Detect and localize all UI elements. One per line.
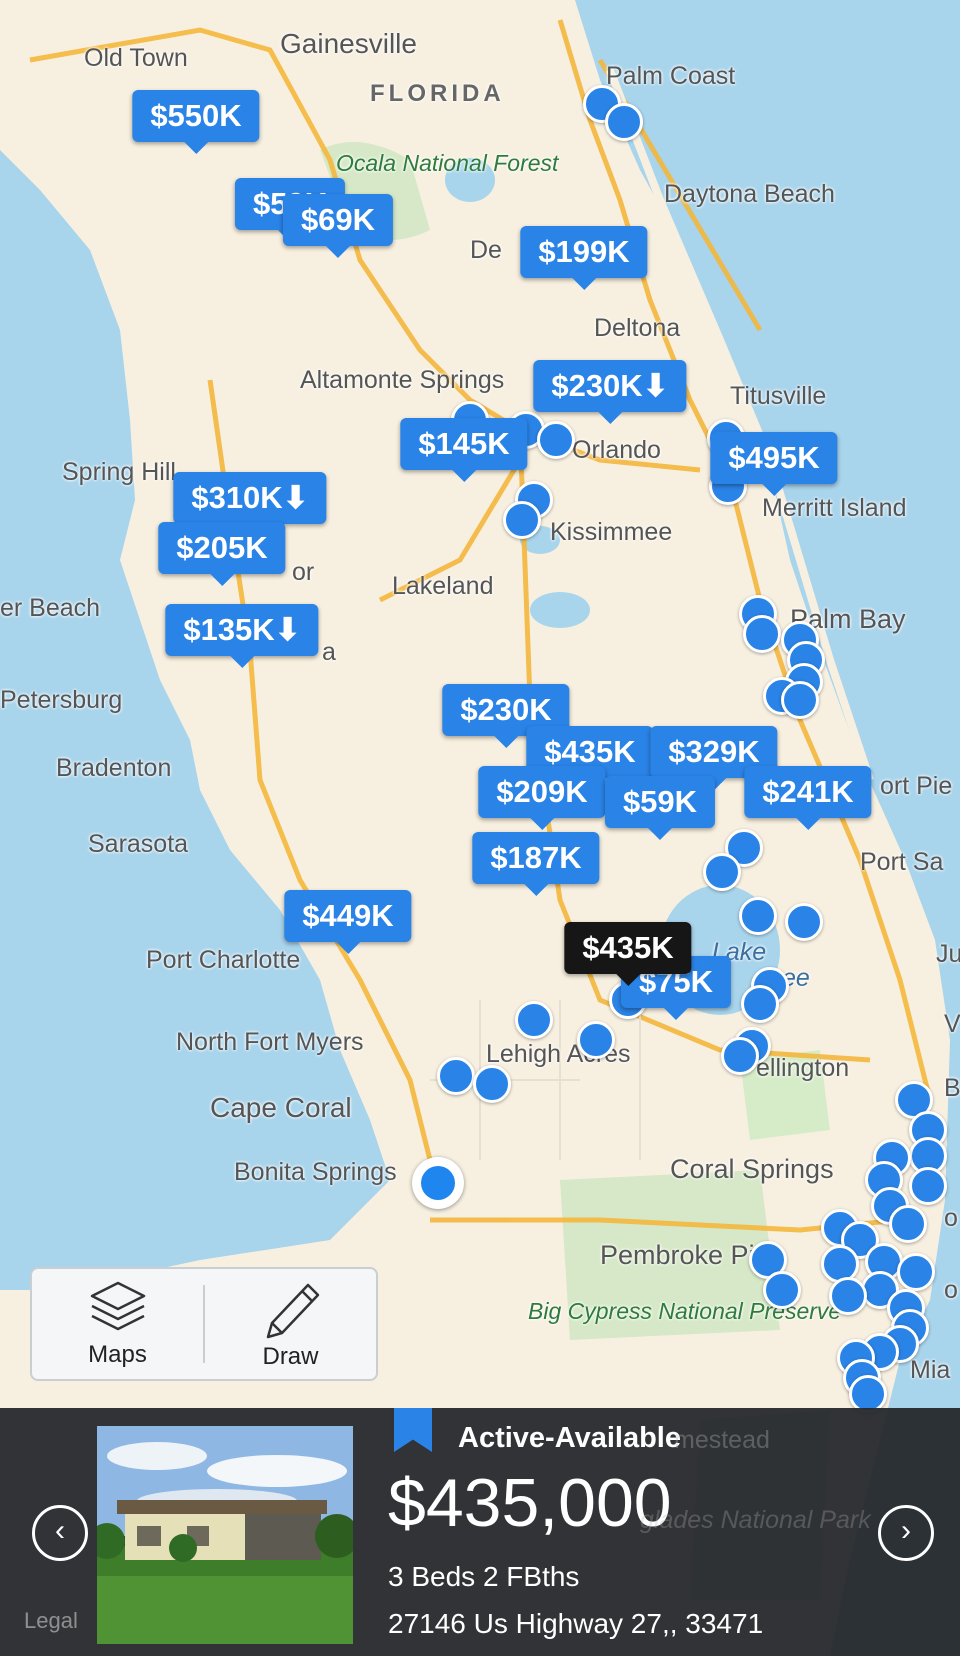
- place-label-port-charlotte: Port Charlotte: [146, 946, 301, 974]
- draw-label: Draw: [262, 1343, 319, 1370]
- listing-dot[interactable]: [503, 501, 541, 539]
- place-label-bonita-springs: Bonita Springs: [234, 1158, 397, 1186]
- place-label-daytona-beach: Daytona Beach: [664, 180, 835, 208]
- place-label-florida: FLORIDA: [370, 80, 505, 107]
- maps-label: Maps: [88, 1341, 147, 1368]
- place-label-cape-coral: Cape Coral: [210, 1092, 352, 1123]
- price-pin[interactable]: $205K: [158, 522, 286, 586]
- price-pin[interactable]: $241K: [744, 766, 872, 830]
- place-label-ocala-national-forest: Ocala National Forest: [336, 150, 559, 176]
- price-pin[interactable]: $449K: [284, 890, 412, 954]
- place-label-orlando: Orlando: [572, 436, 661, 464]
- listing-dot[interactable]: [605, 103, 643, 141]
- place-label-big-cypress: Big Cypress National Preserve: [528, 1298, 842, 1324]
- house-photo: [97, 1426, 353, 1644]
- place-label-o-2: o: [944, 1276, 958, 1304]
- listing-dot[interactable]: [739, 897, 777, 935]
- price-pin[interactable]: $69K: [282, 194, 394, 258]
- selected-price-pin[interactable]: $435K: [564, 922, 692, 986]
- next-listing-button[interactable]: ›: [878, 1505, 934, 1561]
- listing-dot[interactable]: [515, 1001, 553, 1039]
- place-label-bradenton: Bradenton: [56, 754, 172, 782]
- listing-dot[interactable]: [577, 1021, 615, 1059]
- price-pin[interactable]: $187K: [472, 832, 600, 896]
- listing-beds-baths: 3 Beds 2 FBths: [388, 1561, 580, 1592]
- place-label-old-town: Old Town: [84, 44, 188, 72]
- place-label-homestead: mestead: [674, 1426, 770, 1454]
- price-pin[interactable]: $495K: [710, 432, 838, 496]
- listing-dot[interactable]: [829, 1277, 867, 1315]
- place-label-port-sa: Port Sa: [860, 848, 944, 876]
- place-label-b: B: [944, 1074, 960, 1102]
- listing-dot[interactable]: [909, 1167, 947, 1205]
- price-pin[interactable]: $310K⬇: [173, 472, 327, 536]
- place-label-ort-pie: ort Pie: [880, 772, 953, 800]
- listing-dot[interactable]: [537, 421, 575, 459]
- previous-listing-button[interactable]: ‹: [32, 1505, 88, 1561]
- place-label-kissimmee: Kissimmee: [550, 518, 673, 546]
- maps-button[interactable]: Maps: [32, 1269, 203, 1379]
- place-label-altamonte-springs: Altamonte Springs: [300, 366, 505, 394]
- place-label-north-fort-myers: North Fort Myers: [176, 1028, 364, 1056]
- listing-dot[interactable]: [741, 985, 779, 1023]
- place-label-deltona: Deltona: [594, 314, 681, 342]
- draw-button[interactable]: Draw: [205, 1269, 376, 1379]
- place-label-merritt-island: Merritt Island: [762, 494, 907, 522]
- pencil-icon: [266, 1283, 319, 1339]
- current-location-dot: [412, 1157, 464, 1209]
- price-pin[interactable]: $209K: [478, 766, 606, 830]
- bookmark-icon[interactable]: [394, 1408, 432, 1452]
- place-label-ellington: ellington: [756, 1054, 850, 1082]
- price-pin[interactable]: $199K: [520, 226, 648, 290]
- listing-dot[interactable]: [781, 681, 819, 719]
- place-label-lakeland: Lakeland: [392, 572, 494, 600]
- place-label-gainesville: Gainesville: [280, 28, 417, 59]
- listing-dot[interactable]: [703, 853, 741, 891]
- place-label-spring-hill: Spring Hill: [62, 458, 176, 486]
- listing-dot[interactable]: [785, 903, 823, 941]
- listing-dot[interactable]: [897, 1253, 935, 1291]
- price-pin[interactable]: $59K: [604, 776, 716, 840]
- place-label-a: a: [322, 638, 336, 666]
- listing-dot[interactable]: [889, 1205, 927, 1243]
- listing-dot[interactable]: [473, 1065, 511, 1103]
- price-pin[interactable]: $145K: [400, 418, 528, 482]
- place-label-er-beach: er Beach: [0, 594, 101, 622]
- legal-link[interactable]: Legal: [24, 1608, 78, 1634]
- place-label-de: De: [470, 236, 502, 264]
- price-pin[interactable]: $550K: [132, 90, 260, 154]
- price-pin[interactable]: $135K⬇: [165, 604, 319, 668]
- listing-dot[interactable]: [763, 1271, 801, 1309]
- place-label-palm-coast: Palm Coast: [606, 62, 736, 90]
- place-label-or: or: [292, 558, 315, 586]
- listing-dot[interactable]: [437, 1057, 475, 1095]
- place-label-ju: Ju: [936, 940, 960, 968]
- listing-price: $435,000: [388, 1465, 672, 1541]
- place-label-coral-springs: Coral Springs: [670, 1154, 834, 1184]
- place-label-titusville: Titusville: [730, 382, 827, 410]
- listing-address: 27146 Us Highway 27,, 33471: [388, 1608, 764, 1639]
- listing-dot[interactable]: [743, 615, 781, 653]
- listing-status: Active-Available: [458, 1422, 681, 1454]
- price-pin[interactable]: $230K⬇: [533, 360, 687, 424]
- place-label-petersburg: Petersburg: [0, 686, 123, 714]
- place-label-mia: Mia: [910, 1356, 951, 1384]
- place-label-v: V: [944, 1010, 960, 1038]
- listing-photo[interactable]: [97, 1426, 353, 1644]
- map-tools: Maps Draw: [30, 1267, 378, 1381]
- layers-icon: [90, 1281, 145, 1331]
- place-label-o: o: [944, 1204, 958, 1232]
- place-label-sarasota: Sarasota: [88, 830, 189, 858]
- place-label-everglades: glades National Park: [640, 1506, 871, 1534]
- listing-dot[interactable]: [721, 1037, 759, 1075]
